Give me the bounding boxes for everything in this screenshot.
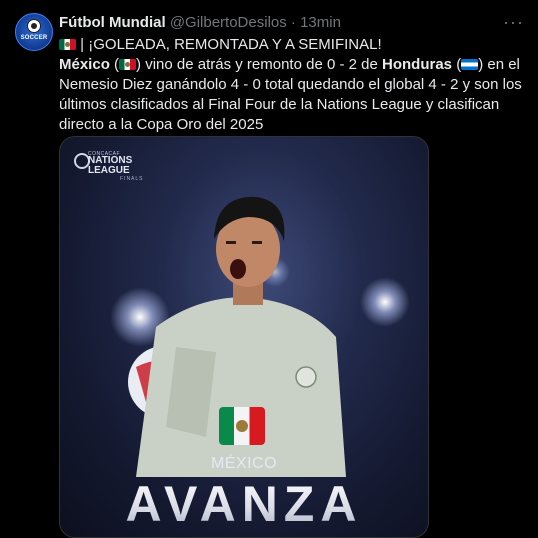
headline-avanza: AVANZA: [60, 475, 428, 533]
team-honduras: Honduras: [382, 56, 453, 73]
honduras-flag-icon: [461, 59, 479, 70]
tweet-text: | ¡GOLEADA, REMONTADA Y A SEMIFINAL! Méx…: [59, 35, 527, 135]
mexico-flag-icon: [119, 59, 137, 70]
tweet-line-1: | ¡GOLEADA, REMONTADA Y A SEMIFINAL!: [59, 35, 527, 55]
mexico-emblem-icon: [236, 420, 248, 432]
separator: ·: [290, 14, 296, 31]
author-name[interactable]: Fútbol Mundial: [59, 14, 166, 31]
jersey: [136, 297, 346, 477]
eye: [226, 241, 236, 244]
tweet-image[interactable]: CONCACAF NATIONS LEAGUE FINALS MÉXICO AV…: [59, 136, 429, 538]
author-handle[interactable]: @GilbertoDesilos: [170, 14, 287, 31]
logo-line-2: LEAGUE: [88, 165, 130, 176]
soccer-ball-icon: [27, 19, 41, 33]
stadium-light: [360, 277, 410, 327]
tweet-body: México () vino de atrás y remonto de 0 -…: [59, 55, 527, 135]
mexico-flag-badge: [219, 407, 265, 445]
eye: [252, 241, 262, 244]
avatar-text: SOCCER: [20, 35, 48, 41]
country-label: MÉXICO: [210, 455, 278, 472]
avatar[interactable]: SOCCER: [15, 13, 53, 51]
headline-text: | ¡GOLEADA, REMONTADA Y A SEMIFINAL!: [80, 36, 382, 53]
crest-icon: [295, 366, 317, 388]
timestamp[interactable]: 13min: [300, 14, 341, 31]
tweet-header: Fútbol Mundial @GilbertoDesilos · 13min: [59, 14, 341, 32]
team-mexico: México: [59, 56, 110, 73]
body-text-1: vino de atrás y remonto de 0 - 2 de: [141, 56, 382, 73]
mexico-flag-icon: [59, 39, 76, 50]
more-icon[interactable]: ···: [503, 12, 524, 33]
mouth: [230, 259, 246, 279]
